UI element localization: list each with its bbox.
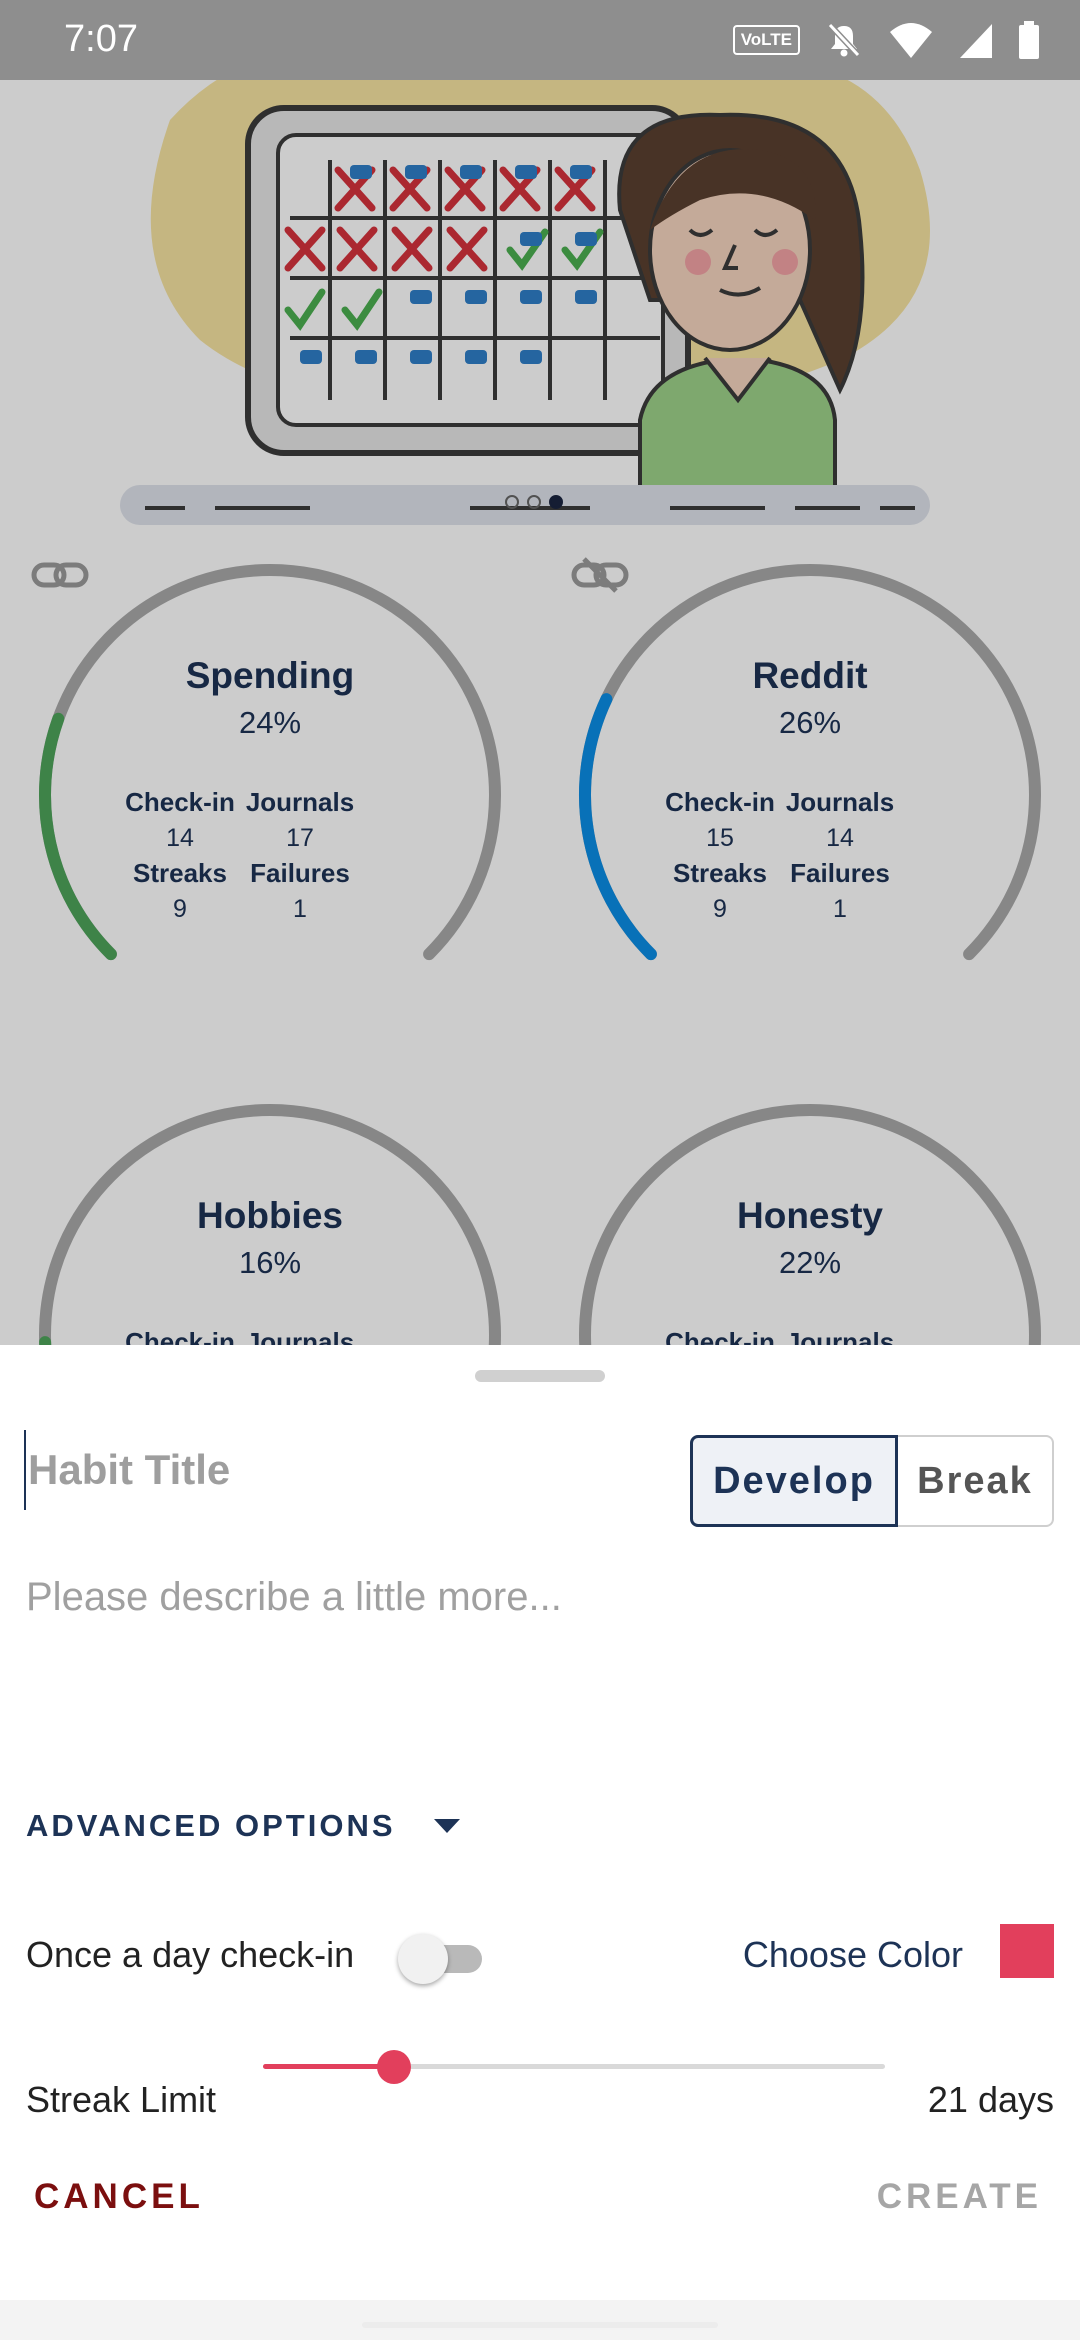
create-habit-sheet: Develop Break ADVANCED OPTIONS Once a da… <box>0 1345 1080 2340</box>
slider-thumb[interactable] <box>376 2050 411 2084</box>
color-swatch[interactable] <box>1000 1924 1054 1978</box>
slider-fill <box>263 2064 394 2069</box>
habit-type-toggle: Develop Break <box>690 1435 1054 1527</box>
battery-icon <box>1019 21 1039 59</box>
wifi-icon <box>890 23 932 58</box>
system-nav-bar <box>0 2300 1080 2340</box>
advanced-options-label: ADVANCED OPTIONS <box>26 1808 396 1843</box>
status-icons: VoLTE <box>732 20 1040 60</box>
develop-button[interactable]: Develop <box>690 1435 898 1527</box>
streak-limit-slider[interactable] <box>263 2045 885 2089</box>
streak-limit-label: Streak Limit <box>26 2079 217 2120</box>
cancel-button[interactable]: CANCEL <box>34 2177 204 2217</box>
habit-description-input[interactable] <box>26 1575 1056 1775</box>
once-a-day-switch[interactable] <box>398 1928 486 1988</box>
mute-icon <box>827 22 861 58</box>
streak-limit-value: 21 days <box>927 2079 1054 2120</box>
sheet-drag-handle[interactable] <box>475 1370 605 1382</box>
once-a-day-label: Once a day check-in <box>26 1934 355 1975</box>
break-button[interactable]: Break <box>898 1435 1054 1527</box>
switch-thumb <box>398 1934 448 1984</box>
status-bar: 7:07 VoLTE <box>0 0 1080 80</box>
caret-down-icon <box>433 1819 460 1833</box>
choose-color-label[interactable]: Choose Color <box>743 1934 963 1976</box>
volte-icon: VoLTE <box>732 25 800 55</box>
habit-title-input[interactable] <box>24 1430 664 1510</box>
signal-icon <box>960 24 992 58</box>
status-time: 7:07 <box>64 18 138 60</box>
advanced-options-toggle[interactable]: ADVANCED OPTIONS <box>26 1808 462 1844</box>
modal-scrim[interactable] <box>0 0 1080 1345</box>
create-button[interactable]: CREATE <box>877 2177 1042 2217</box>
gesture-bar[interactable] <box>362 2322 718 2328</box>
habit-dashboard: Spending 24% Check-in 14 Journals 17 Str… <box>0 0 1080 1345</box>
